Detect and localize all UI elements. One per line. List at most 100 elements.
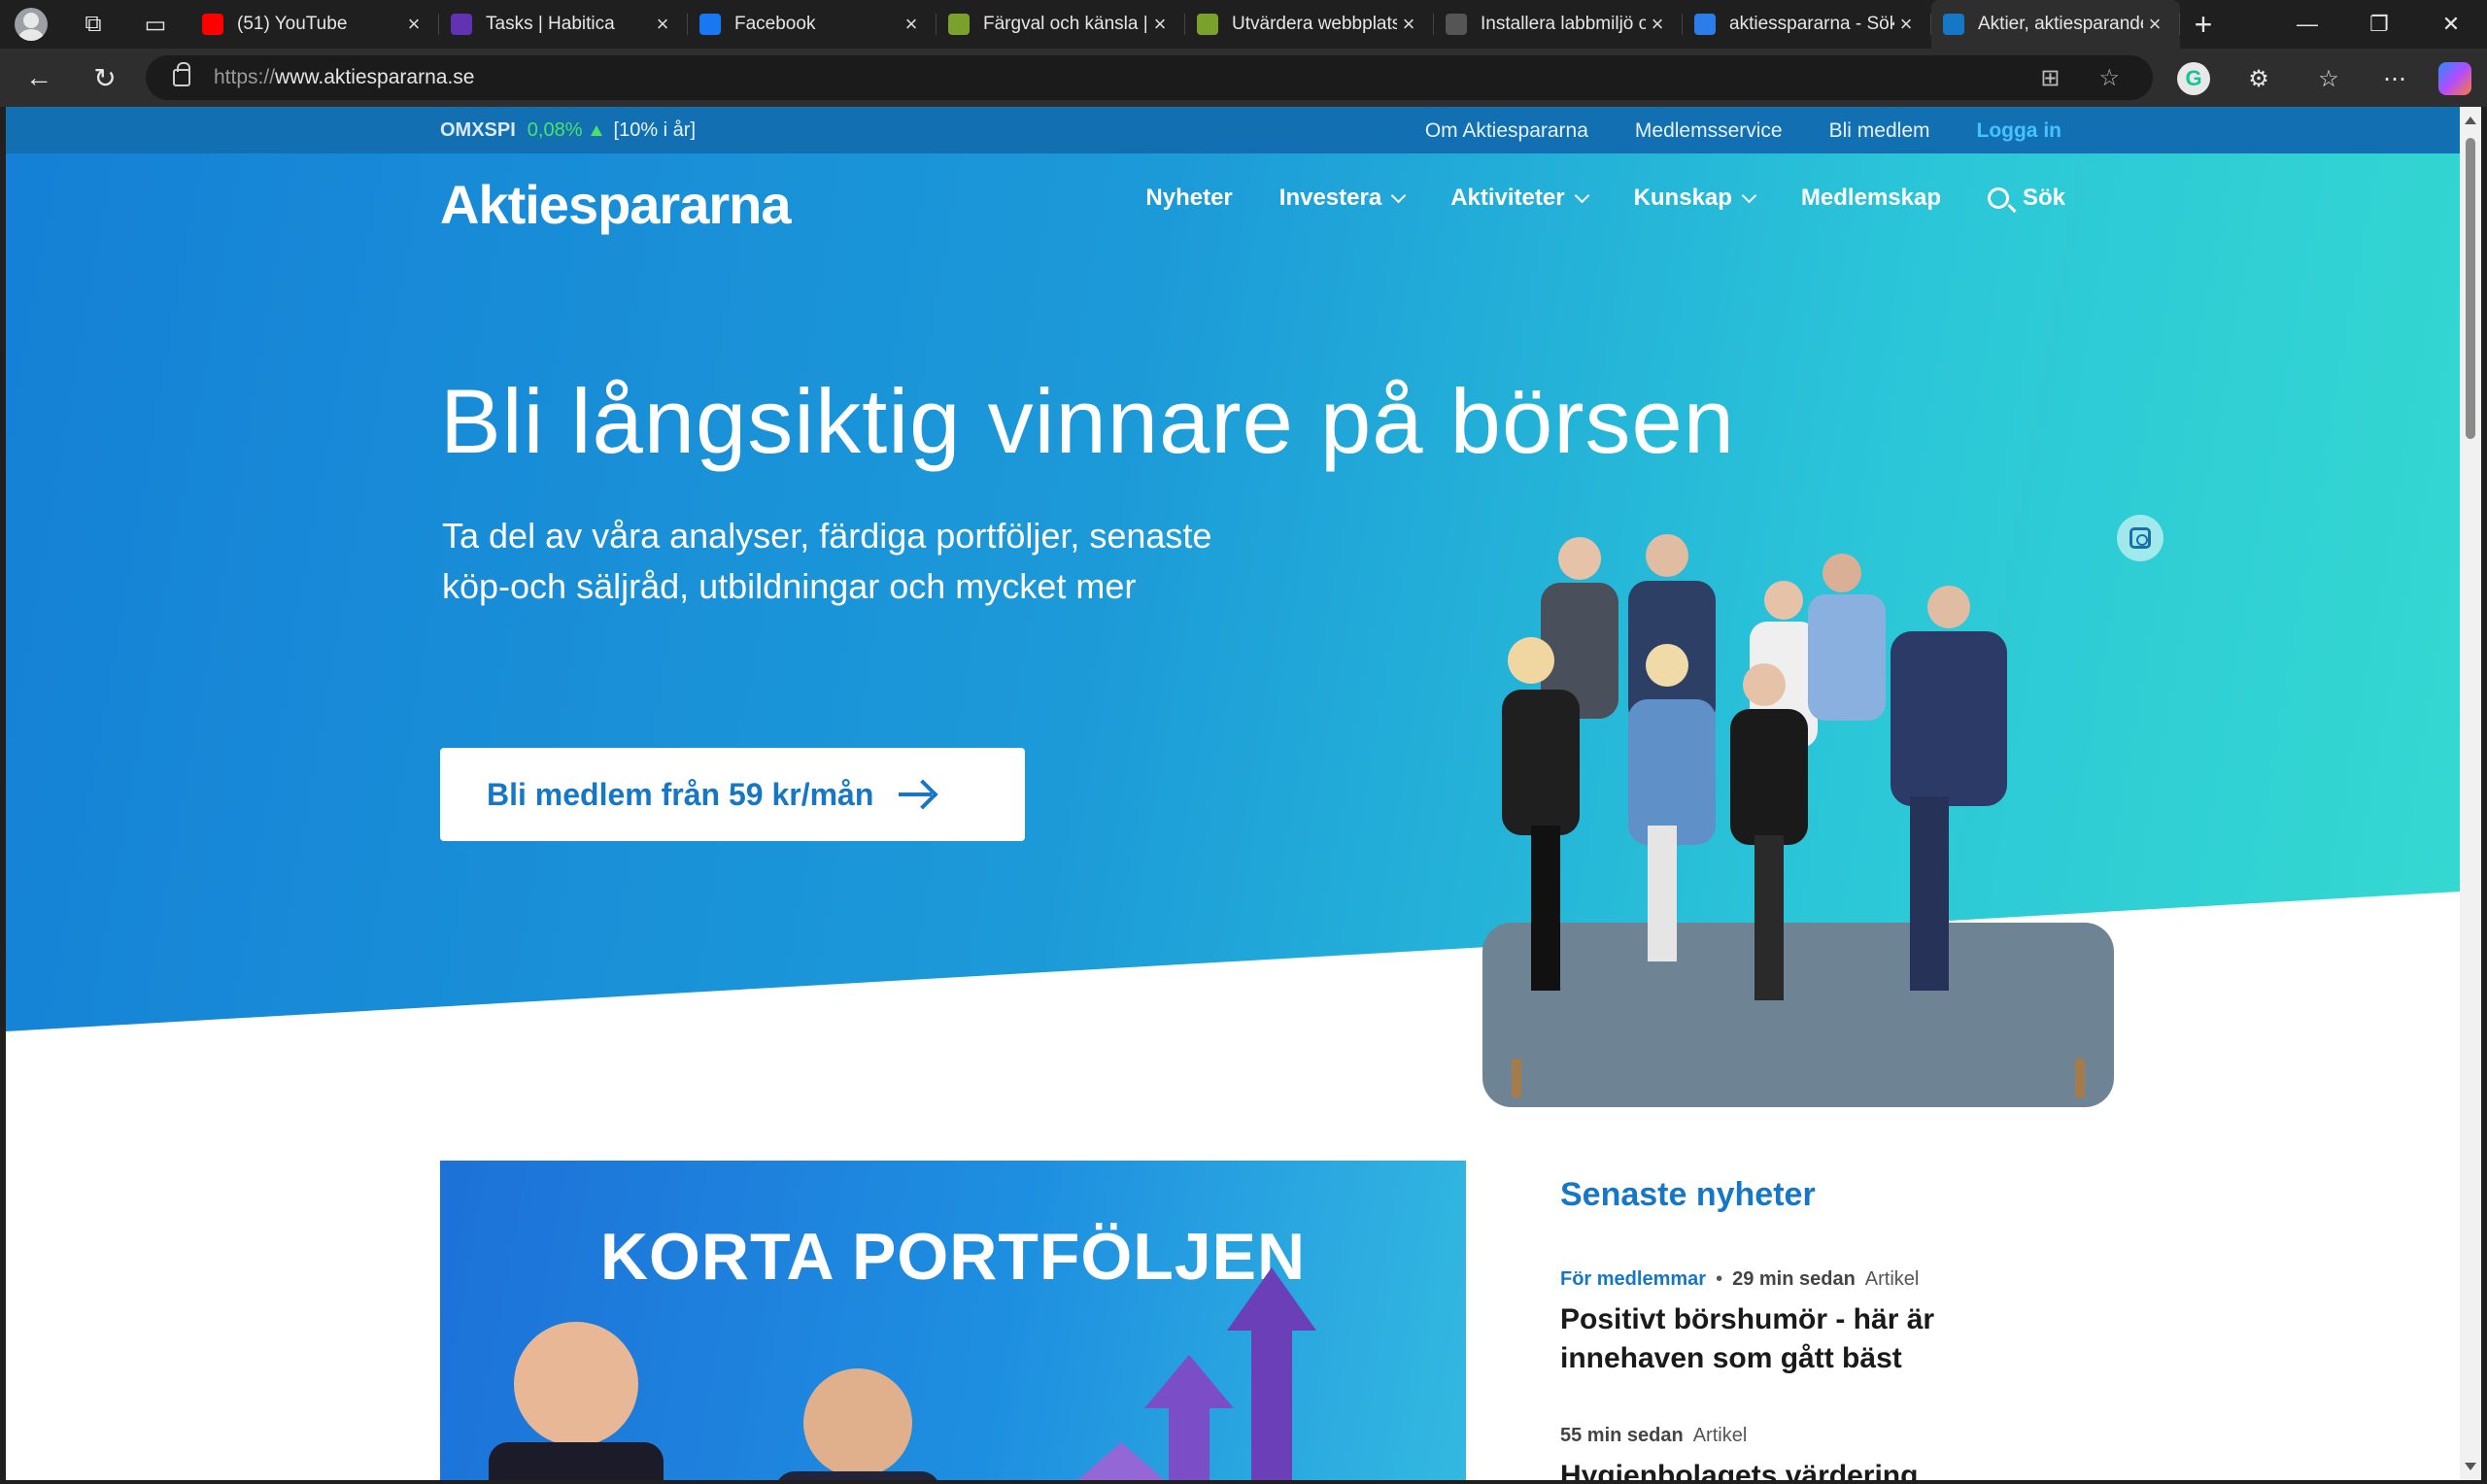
- back-button[interactable]: ←: [17, 60, 60, 95]
- cta-label: Bli medlem från 59 kr/mån: [487, 776, 874, 812]
- nav-label: Investera: [1278, 185, 1382, 211]
- chevron-down-icon: [1741, 187, 1757, 203]
- page-viewport: OMXSPI 0,08% [10% i år] Om Aktiespararna…: [6, 107, 2460, 1480]
- search-button[interactable]: Sök: [1987, 185, 2065, 212]
- refresh-button[interactable]: ↻: [84, 60, 126, 95]
- members-badge: För medlemmar: [1560, 1268, 1707, 1290]
- index-ticker[interactable]: OMXSPI 0,08% [10% i år]: [440, 119, 696, 142]
- profile-button[interactable]: [0, 0, 62, 49]
- browser-tab[interactable]: Utvärdera webbplats ×: [1185, 0, 1434, 49]
- nav-label: Aktiviteter: [1450, 185, 1565, 211]
- nav-kunskap[interactable]: Kunskap: [1633, 185, 1757, 212]
- browser-tab[interactable]: Facebook ×: [688, 0, 937, 49]
- news-item-meta: 55 min sedan Artikel: [1560, 1425, 2046, 1447]
- nav-aktiviteter[interactable]: Aktiviteter: [1450, 185, 1589, 212]
- grammarly-extension-icon[interactable]: G: [2177, 62, 2210, 95]
- restore-button[interactable]: ❐: [2343, 0, 2415, 49]
- url-host: www.aktiespararna.se: [275, 66, 475, 88]
- refresh-icon: ↻: [93, 62, 117, 93]
- workspaces-button[interactable]: ⧉: [62, 0, 124, 49]
- scroll-down-icon[interactable]: [2465, 1463, 2476, 1470]
- chevron-down-icon: [1390, 187, 1407, 203]
- close-icon: ✕: [2441, 12, 2461, 36]
- close-tab-icon[interactable]: ×: [2143, 12, 2166, 37]
- minimize-button[interactable]: —: [2271, 0, 2343, 49]
- arrow-up-icon: [590, 125, 602, 136]
- favorites-icon[interactable]: ☆: [2312, 62, 2345, 95]
- facebook-icon: [699, 14, 721, 35]
- browser-tab[interactable]: Färgval och känsla | Á ×: [937, 0, 1185, 49]
- hero-subline: Ta del av våra analyser, färdiga portföl…: [442, 511, 1297, 612]
- link-medlemsservice[interactable]: Medlemsservice: [1635, 119, 1783, 143]
- search-label: Sök: [2022, 185, 2065, 211]
- favorite-star-icon[interactable]: ☆: [2098, 64, 2120, 92]
- tab-title: Tasks | Habitica: [486, 14, 615, 34]
- extensions-icon[interactable]: ⚙: [2242, 62, 2275, 95]
- nav-investera[interactable]: Investera: [1278, 185, 1407, 212]
- nav-medlemskap[interactable]: Medlemskap: [1801, 185, 1941, 212]
- news-time: 29 min sedan: [1732, 1268, 1856, 1290]
- close-tab-icon[interactable]: ×: [1397, 12, 1420, 37]
- news-type: Artikel: [1864, 1268, 1920, 1290]
- latest-news: Senaste nyheter För medlemmar • 29 min s…: [1560, 1161, 2046, 1480]
- news-item-title[interactable]: Positivt börshumör - här är innehaven so…: [1560, 1300, 2046, 1378]
- github-icon: [1446, 14, 1467, 35]
- close-tab-icon[interactable]: ×: [651, 12, 674, 37]
- tab-actions-button[interactable]: ▭: [124, 0, 187, 49]
- tab-title: Färgval och känsla | Á: [983, 14, 1148, 34]
- link-bli-medlem[interactable]: Bli medlem: [1829, 119, 1930, 143]
- scrollbar-thumb[interactable]: [2466, 138, 2475, 439]
- chevron-down-icon: [1574, 187, 1589, 203]
- featured-article-image[interactable]: KORTA PORTFÖLJEN: [440, 1161, 1466, 1480]
- tab-title: aktiesspararna - Sök: [1729, 14, 1894, 34]
- news-item-title[interactable]: Hygienbolagets värdering: [1560, 1457, 2046, 1480]
- tab-title: Utvärdera webbplats: [1232, 14, 1397, 34]
- browser-tab[interactable]: Installera labbmiljö o ×: [1434, 0, 1683, 49]
- leaf-icon: [948, 14, 970, 35]
- close-tab-icon[interactable]: ×: [1894, 12, 1918, 37]
- top-strip: OMXSPI 0,08% [10% i år] Om Aktiespararna…: [6, 107, 2460, 153]
- minimize-icon: —: [2297, 12, 2318, 36]
- site-logo[interactable]: Aktiespararna: [440, 173, 792, 236]
- scroll-up-icon[interactable]: [2465, 117, 2476, 124]
- hero-subline-line-2: köp-och säljråd, utbildningar och mycket…: [442, 566, 1137, 606]
- feature-illustration: [489, 1267, 1316, 1480]
- close-window-button[interactable]: ✕: [2415, 0, 2487, 49]
- app-available-icon[interactable]: ⊞: [2040, 64, 2060, 92]
- tab-title: Facebook: [734, 14, 816, 34]
- workspaces-icon: ⧉: [85, 11, 102, 37]
- profile-avatar-icon: [15, 8, 48, 41]
- arrow-left-icon: ←: [25, 62, 52, 92]
- top-links: Om Aktiespararna Medlemsservice Bli medl…: [1425, 119, 2061, 143]
- close-tab-icon[interactable]: ×: [402, 12, 426, 37]
- close-tab-icon[interactable]: ×: [1646, 12, 1669, 37]
- close-tab-icon[interactable]: ×: [900, 12, 923, 37]
- browser-tab[interactable]: (51) YouTube ×: [190, 0, 439, 49]
- copilot-icon[interactable]: [2438, 62, 2471, 95]
- address-toolbar: ← ↻ https://www.aktiespararna.se ⊞ ☆ G ⚙…: [0, 49, 2487, 107]
- more-menu-icon[interactable]: ⋯: [2378, 62, 2411, 95]
- tab-title: Installera labbmiljö o: [1481, 14, 1646, 34]
- url-bar[interactable]: https://www.aktiespararna.se ⊞ ☆: [146, 55, 2153, 100]
- become-member-button[interactable]: Bli medlem från 59 kr/mån: [440, 748, 1025, 841]
- index-name: OMXSPI: [440, 119, 516, 141]
- browser-tab[interactable]: Aktier, aktiesparande ×: [1931, 0, 2180, 49]
- login-link[interactable]: Logga in: [1977, 119, 2062, 143]
- browser-tab[interactable]: Tasks | Habitica ×: [439, 0, 688, 49]
- link-om-aktiespararna[interactable]: Om Aktiespararna: [1425, 119, 1588, 143]
- url-protocol: https://: [214, 66, 276, 88]
- youtube-icon: [202, 14, 223, 35]
- nav-label: Kunskap: [1633, 185, 1732, 211]
- nav-nyheter[interactable]: Nyheter: [1145, 185, 1232, 212]
- lock-icon: [173, 62, 190, 86]
- news-time: 55 min sedan: [1560, 1425, 1684, 1446]
- close-tab-icon[interactable]: ×: [1148, 12, 1172, 37]
- tab-actions-icon: ▭: [144, 11, 167, 38]
- browser-tab[interactable]: aktiesspararna - Sök ×: [1683, 0, 1931, 49]
- new-tab-button[interactable]: +: [2184, 0, 2223, 49]
- page-scrollbar[interactable]: [2460, 107, 2481, 1480]
- tab-title: Aktier, aktiesparande: [1978, 14, 2143, 34]
- search-icon: [1987, 187, 2009, 209]
- browser-tab-bar: ⧉ ▭ (51) YouTube × Tasks | Habitica × Facebo…: [0, 0, 2487, 49]
- tab-title: (51) YouTube: [237, 14, 348, 34]
